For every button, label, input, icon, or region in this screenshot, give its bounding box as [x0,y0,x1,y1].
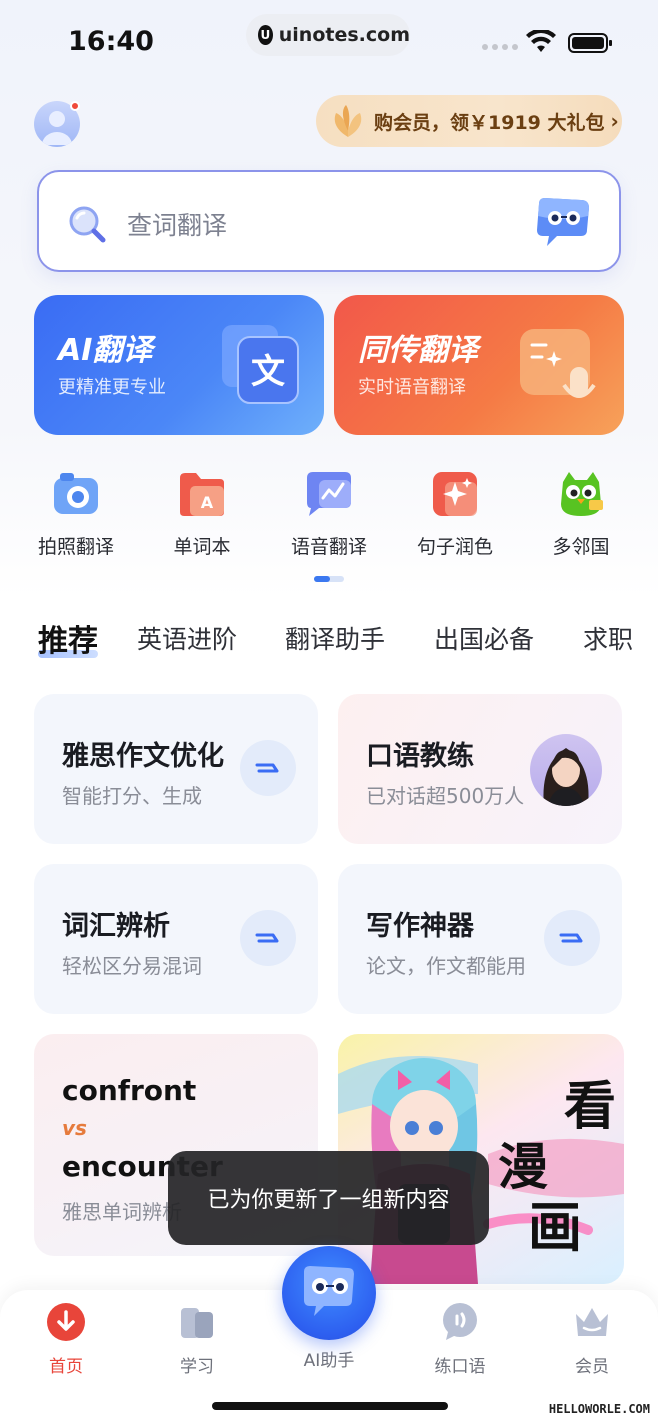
toast: 已为你更新了一组新内容 [168,1151,489,1245]
tab-translate-assistant[interactable]: 翻译助手 [285,620,385,656]
tool-voice-translate[interactable]: 语音翻译 [279,468,379,559]
card-subtitle: 论文，作文都能用 [366,954,526,978]
status-bar: 16:40 U uinotes.com [0,0,658,86]
page-indicator-active [314,576,330,582]
tab-english-advanced[interactable]: 英语进阶 [137,620,237,656]
nav-speaking[interactable]: 练口语 [410,1302,510,1377]
word-a: confront [62,1074,197,1107]
home-indicator [212,1402,448,1410]
arrow-right-icon[interactable] [240,740,296,796]
comic-glyph-3: 画 [528,1195,582,1259]
category-tabs: 推荐 英语进阶 翻译助手 出国必备 求职 [38,620,658,664]
owl-icon [561,472,603,516]
card-title: 雅思作文优化 [62,741,224,772]
chat-wave-icon [307,472,351,516]
card-ielts-writing[interactable]: 雅思作文优化 智能打分、生成 [34,694,318,844]
card-subtitle: 智能打分、生成 [62,784,202,808]
tool-label: 单词本 [173,536,231,558]
simultaneous-translate-title: 同传翻译 [358,333,478,368]
crown-icon [576,1308,608,1336]
butterfly-icon [334,105,362,137]
tool-duolingo[interactable]: 多邻国 [531,468,631,559]
nav-ai-assistant[interactable]: AI助手 [279,1340,379,1371]
speech-bubble-icon [443,1303,477,1340]
tool-label: 拍照翻译 [37,536,114,558]
camera-icon [54,473,98,514]
translate-doc-glyph: 文 [251,352,285,392]
comic-glyph-2: 漫 [498,1137,548,1196]
nav-label: 练口语 [434,1357,486,1377]
url-pill[interactable]: U uinotes.com [246,14,410,56]
ai-assistant-button[interactable] [282,1246,376,1340]
nav-label: 会员 [575,1357,609,1377]
card-word-discrimination[interactable]: 词汇辨析 轻松区分易混词 [34,864,318,1014]
search-input[interactable]: 查词翻译 [37,170,621,272]
card-writing-tool[interactable]: 写作神器 论文，作文都能用 [338,864,622,1014]
tool-photo-translate[interactable]: 拍照翻译 [26,468,126,559]
url-text: uinotes.com [278,24,410,46]
folder-icon: A [180,473,224,516]
tool-label: 语音翻译 [290,536,367,558]
vip-banner-text: 购会员，领￥1919 大礼包 [374,111,605,134]
tab-job-hunting[interactable]: 求职 [583,620,633,656]
coach-avatar [530,734,602,806]
watermark: HELLOWORLE.COM [548,1402,650,1416]
arrow-right-icon[interactable] [240,910,296,966]
nav-home[interactable]: 首页 [16,1302,116,1377]
vip-banner[interactable]: 购会员，领￥1919 大礼包 › [316,95,622,147]
nav-study[interactable]: 学习 [147,1302,247,1377]
nav-label: 学习 [180,1357,214,1377]
simultaneous-translate-card[interactable]: 同传翻译 实时语音翻译 [334,295,624,435]
tab-study-abroad[interactable]: 出国必备 [434,620,534,656]
wifi-icon [526,30,556,52]
comic-glyph-1: 看 [564,1076,616,1137]
microphone-icon [520,329,596,398]
search-placeholder: 查词翻译 [127,211,228,240]
tab-recommend[interactable]: 推荐 [38,620,98,660]
battery-icon [568,33,612,53]
status-time: 16:40 [68,26,154,57]
tool-sentence-polish[interactable]: 句子润色 [405,468,505,559]
ai-translate-title: AI翻译 [58,333,153,368]
simultaneous-translate-subtitle: 实时语音翻译 [358,377,466,398]
book-icon [181,1308,213,1338]
nav-membership[interactable]: 会员 [542,1302,642,1377]
tool-vocab-book[interactable]: A 单词本 [152,468,252,559]
nav-label: AI助手 [303,1351,355,1371]
ai-translate-subtitle: 更精准更专业 [58,377,166,398]
search-icon [69,206,106,243]
arrow-right-icon[interactable] [544,910,600,966]
home-icon [47,1303,85,1341]
card-title: 口语教练 [366,741,474,772]
card-title: 写作神器 [366,911,474,942]
site-logo-icon: U [258,25,273,45]
sparkle-icon [433,472,477,516]
notification-dot [70,101,80,111]
toast-text: 已为你更新了一组新内容 [207,1188,450,1213]
card-subtitle: 轻松区分易混词 [62,954,202,978]
tool-label: 句子润色 [416,536,493,558]
ai-translate-card[interactable]: AI翻译 更精准更专业 文 [34,295,324,435]
ai-mascot-icon[interactable] [533,196,591,248]
tool-label: 多邻国 [552,536,610,558]
svg-text:A: A [201,493,214,512]
ai-mascot-icon [304,1266,354,1316]
card-subtitle: 已对话超500万人 [366,784,525,808]
nav-label: 首页 [49,1357,83,1377]
card-title: 词汇辨析 [62,911,170,942]
word-vs: vs [62,1116,87,1140]
card-subtitle: 雅思单词辨析 [62,1200,182,1224]
chevron-right-icon: › [610,109,619,133]
translate-doc-icon: 文 [222,325,299,404]
card-speaking-coach[interactable]: 口语教练 已对话超500万人 [338,694,622,844]
signal-icon [482,44,518,50]
